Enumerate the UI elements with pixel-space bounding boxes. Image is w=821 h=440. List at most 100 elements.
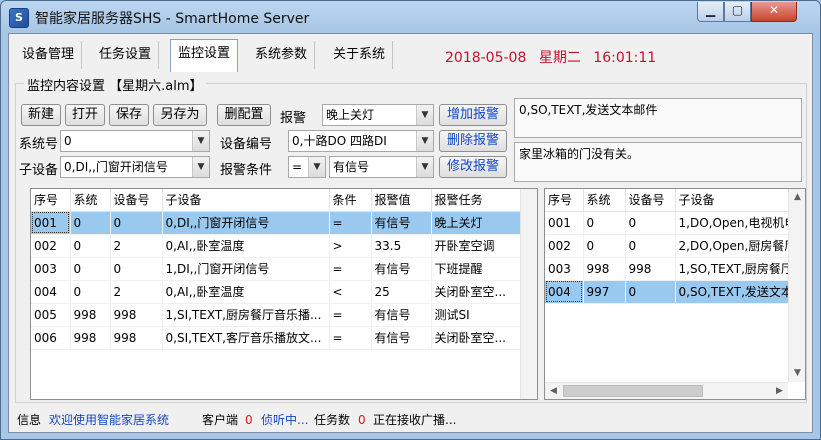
tab-about-system[interactable]: 关于系统 bbox=[326, 41, 394, 69]
table-cell: 关闭卧室空... bbox=[431, 326, 522, 350]
task-table-row[interactable]: 003 998 998 1,SO,TEXT,厨房餐厅 bbox=[545, 257, 805, 281]
table-cell: > bbox=[329, 234, 372, 258]
table-cell: 0 bbox=[70, 211, 111, 235]
tab-device-management[interactable]: 设备管理 bbox=[15, 41, 83, 69]
column-header[interactable]: 序号 bbox=[545, 189, 584, 212]
minimize-button[interactable]: ▁ bbox=[697, 2, 724, 22]
chevron-down-icon[interactable]: ▼ bbox=[416, 157, 433, 177]
column-header[interactable]: 系统 bbox=[583, 189, 626, 212]
monitor-table-row[interactable]: 003 0 0 1,DI,,门窗开闭信号 = 有信号 下班提醒 bbox=[31, 257, 522, 281]
table-cell: 998 bbox=[110, 303, 163, 327]
table-cell: 开卧室空调 bbox=[431, 234, 522, 258]
info-label: 信息 bbox=[17, 413, 42, 427]
delete-alarm-button[interactable]: 删除报警 bbox=[439, 130, 507, 152]
table-cell: 998 bbox=[70, 326, 111, 350]
condition-value-text: 有信号 bbox=[333, 160, 370, 174]
monitor-table-row[interactable]: 005 998 998 1,SI,TEXT,厨房餐厅音乐播... = 有信号 测试SI bbox=[31, 303, 522, 327]
tab-system-parameters[interactable]: 系统参数 bbox=[248, 41, 316, 69]
monitor-table[interactable]: 序号 系统 设备号 子设备 条件 报警值 报警任务 001 0 0 0,DI,,门窗开闭信号 = 有信… bbox=[30, 188, 538, 400]
scroll-left-icon[interactable]: ◀ bbox=[545, 383, 562, 399]
close-button[interactable]: ✕ bbox=[751, 2, 797, 22]
save-as-button[interactable]: 另存为 bbox=[153, 104, 207, 126]
column-header[interactable]: 序号 bbox=[31, 189, 71, 212]
task-table-row[interactable]: 001 0 0 1,DO,Open,电视机电 bbox=[545, 211, 805, 235]
title-bar[interactable]: S 智能家居服务器SHS - SmartHome Server ▁ ▢ ✕ bbox=[1, 1, 820, 33]
sub-device-value: 0,DI,,门窗开闭信号 bbox=[64, 160, 168, 174]
maximize-button[interactable]: ▢ bbox=[724, 2, 751, 22]
save-button[interactable]: 保存 bbox=[109, 104, 149, 126]
table-cell: < bbox=[329, 280, 372, 304]
device-no-select[interactable]: 0,十路DO 四路DI ▼ bbox=[288, 130, 434, 152]
alarm-select[interactable]: 晚上关灯 ▼ bbox=[322, 104, 434, 126]
column-header[interactable]: 设备号 bbox=[110, 189, 163, 212]
tab-task-settings[interactable]: 任务设置 bbox=[92, 41, 160, 69]
table-cell: 关闭卧室空... bbox=[431, 280, 522, 304]
tab-bar: 设备管理 任务设置 监控设置 系统参数 关于系统 2018-05-08 星期二 … bbox=[9, 34, 812, 72]
tab-monitor-settings[interactable]: 监控设置 bbox=[170, 39, 239, 72]
monitor-table-row[interactable]: 004 0 2 0,AI,,卧室温度 <25 关闭卧室空... bbox=[31, 280, 522, 304]
monitor-table-row[interactable]: 006 998 998 0,SI,TEXT,客厅音乐播放文... = 有信号 关闭卧室空..… bbox=[31, 326, 522, 350]
condition-value-select[interactable]: 有信号 ▼ bbox=[329, 156, 434, 178]
table-cell: 25 bbox=[371, 280, 432, 304]
scroll-right-icon[interactable]: ▶ bbox=[771, 383, 788, 399]
info-text: 欢迎使用智能家居系统 bbox=[49, 413, 170, 427]
column-header[interactable]: 报警任务 bbox=[431, 189, 522, 212]
chevron-down-icon[interactable]: ▼ bbox=[192, 157, 209, 177]
column-header[interactable]: 报警值 bbox=[371, 189, 432, 212]
table-cell: 001 bbox=[31, 211, 71, 235]
table-cell: 0 bbox=[625, 280, 676, 304]
table-cell: 0,SO,TEXT,发送文本 bbox=[675, 280, 805, 304]
task-table-vertical-scrollbar[interactable]: ▲ ▼ bbox=[788, 189, 805, 382]
table-cell: 下班提醒 bbox=[431, 257, 522, 281]
monitor-table-row[interactable]: 001 0 0 0,DI,,门窗开闭信号 = 有信号 晚上关灯 bbox=[31, 211, 522, 235]
table-cell: 001 bbox=[545, 211, 584, 235]
table-cell: 2,DO,Open,厨房餐厅 bbox=[675, 234, 805, 258]
chevron-down-icon[interactable]: ▼ bbox=[308, 157, 325, 177]
modify-alarm-button[interactable]: 修改报警 bbox=[439, 156, 507, 178]
new-button[interactable]: 新建 bbox=[21, 104, 61, 126]
app-logo-icon: S bbox=[9, 8, 29, 28]
system-no-select[interactable]: 0 ▼ bbox=[60, 130, 210, 152]
column-header[interactable]: 子设备 bbox=[675, 189, 805, 212]
current-datetime: 2018-05-08 星期二 16:01:11 bbox=[445, 47, 664, 67]
tasks-label: 任务数 bbox=[314, 413, 351, 427]
scroll-thumb[interactable] bbox=[563, 385, 703, 397]
scroll-up-icon[interactable]: ▲ bbox=[789, 189, 805, 206]
monitor-table-vertical-scrollbar[interactable] bbox=[520, 189, 537, 399]
monitor-table-row[interactable]: 002 0 2 0,AI,,卧室温度 >33.5 开卧室空调 bbox=[31, 234, 522, 258]
column-header[interactable]: 条件 bbox=[329, 189, 372, 212]
column-header[interactable]: 系统 bbox=[70, 189, 111, 212]
delete-config-button[interactable]: 删配置 bbox=[217, 104, 271, 126]
chevron-down-icon[interactable]: ▼ bbox=[416, 131, 433, 151]
table-cell: 997 bbox=[583, 280, 626, 304]
table-cell: = bbox=[329, 211, 372, 235]
table-cell: 有信号 bbox=[371, 257, 432, 281]
task-table-row[interactable]: 002 0 0 2,DO,Open,厨房餐厅 bbox=[545, 234, 805, 258]
table-cell: 0 bbox=[110, 257, 163, 281]
table-cell: 测试SI bbox=[431, 303, 522, 327]
condition-operator-select[interactable]: = ▼ bbox=[288, 156, 326, 178]
table-cell: 1,SO,TEXT,厨房餐厅 bbox=[675, 257, 805, 281]
table-cell: 002 bbox=[545, 234, 584, 258]
column-header[interactable]: 子设备 bbox=[162, 189, 330, 212]
table-cell: 006 bbox=[31, 326, 71, 350]
table-cell: 2 bbox=[110, 234, 163, 258]
message-text-memo[interactable]: 家里冰箱的门没有关。 bbox=[514, 142, 802, 182]
task-table-horizontal-scrollbar[interactable]: ◀ ▶ bbox=[545, 382, 788, 399]
column-header[interactable]: 设备号 bbox=[625, 189, 676, 212]
table-cell: 0 bbox=[583, 211, 626, 235]
open-button[interactable]: 打开 bbox=[65, 104, 105, 126]
scroll-down-icon[interactable]: ▼ bbox=[789, 365, 805, 382]
table-cell: 有信号 bbox=[371, 303, 432, 327]
add-alarm-button[interactable]: 增加报警 bbox=[439, 104, 507, 126]
task-text-memo[interactable]: 0,SO,TEXT,发送文本邮件 bbox=[514, 98, 802, 138]
task-table[interactable]: 序号 系统 设备号 子设备 001 0 0 1,DO,Open,电视机电 002 0 0 2,DO,… bbox=[544, 188, 806, 400]
current-weekday: 星期二 bbox=[538, 50, 581, 66]
chevron-down-icon[interactable]: ▼ bbox=[192, 131, 209, 151]
device-no-label: 设备编号 bbox=[220, 137, 273, 152]
chevron-down-icon[interactable]: ▼ bbox=[416, 105, 433, 125]
current-time: 16:01:11 bbox=[593, 50, 657, 66]
sub-device-select[interactable]: 0,DI,,门窗开闭信号 ▼ bbox=[60, 156, 210, 178]
task-table-row[interactable]: 004 997 0 0,SO,TEXT,发送文本 bbox=[545, 280, 805, 304]
table-cell: 0 bbox=[625, 211, 676, 235]
